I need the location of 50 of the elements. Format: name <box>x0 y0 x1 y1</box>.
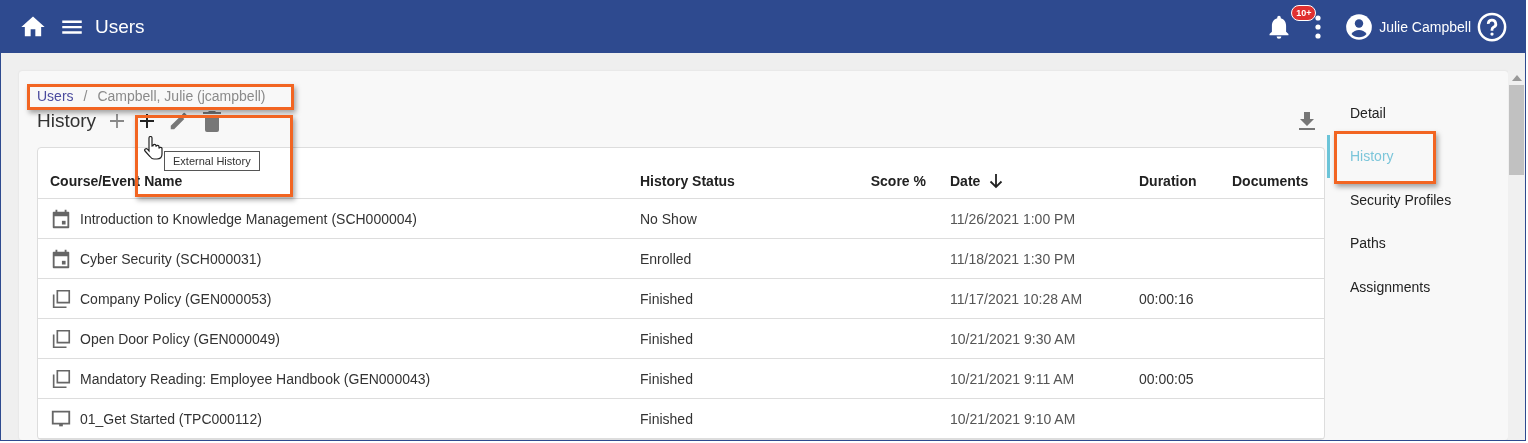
column-header[interactable]: Score % <box>870 173 926 189</box>
date: 10/21/2021 9:10 AM <box>950 410 1076 427</box>
history-status: Enrolled <box>640 250 692 267</box>
help-icon[interactable] <box>1477 12 1507 42</box>
course-name[interactable]: Cyber Security (SCH000031) <box>80 250 262 267</box>
date: 10/21/2021 9:11 AM <box>950 370 1075 387</box>
page-title: Users <box>95 16 145 38</box>
column-header[interactable]: History Status <box>640 173 735 189</box>
history-status: Finished <box>640 330 693 347</box>
notification-badge: 10+ <box>1291 5 1317 21</box>
column-header[interactable]: Date <box>950 173 981 189</box>
stacked-pages-icon <box>50 287 72 310</box>
tooltip: External History <box>164 151 260 171</box>
nav-item[interactable]: Detail <box>1327 91 1495 135</box>
add-icon[interactable] <box>138 112 157 131</box>
nav-item[interactable]: Assignments <box>1327 265 1495 309</box>
history-status: Finished <box>640 290 693 307</box>
course-name[interactable]: 01_Get Started (TPC000112) <box>80 410 262 427</box>
date: 11/26/2021 1:00 PM <box>950 210 1076 227</box>
sort-descending-icon[interactable] <box>988 173 1005 189</box>
more-icon[interactable] <box>1313 14 1324 40</box>
stacked-pages-icon <box>50 367 72 390</box>
course-name[interactable]: Company Policy (GEN000053) <box>80 290 272 307</box>
date: 11/17/2021 10:28 AM <box>950 290 1083 307</box>
scrollbar-thumb[interactable] <box>1509 85 1524 175</box>
column-header[interactable]: Duration <box>1139 173 1197 189</box>
download-icon[interactable] <box>1297 111 1317 132</box>
date: 10/21/2021 9:30 AM <box>950 330 1076 347</box>
date: 11/18/2021 1:30 PM <box>950 250 1076 267</box>
user-avatar-icon[interactable] <box>1345 13 1374 41</box>
history-status: No Show <box>640 210 697 227</box>
breadcrumb-separator: / <box>83 88 88 105</box>
section-title: History <box>37 110 97 133</box>
history-status: Finished <box>640 370 693 387</box>
course-name[interactable]: Open Door Policy (GEN000049) <box>80 330 280 347</box>
course-name[interactable]: Introduction to Knowledge Management (SCH000004) <box>80 210 417 227</box>
calendar-icon <box>50 247 72 270</box>
duration: 00:00:05 <box>1139 370 1194 387</box>
breadcrumb-link[interactable]: Users <box>37 88 74 105</box>
calendar-icon <box>50 207 72 230</box>
user-name[interactable]: Julie Campbell <box>1379 19 1471 35</box>
stacked-pages-icon <box>50 327 72 350</box>
duration: 00:00:16 <box>1139 290 1194 307</box>
history-status: Finished <box>640 410 693 427</box>
delete-icon[interactable] <box>202 110 223 133</box>
breadcrumb-current: Campbell, Julie (jcampbell) <box>97 88 266 105</box>
nav-item[interactable]: Paths <box>1327 221 1495 265</box>
nav-item[interactable]: Security Profiles <box>1327 178 1495 222</box>
course-name[interactable]: Mandatory Reading: Employee Handbook (GEN000043) <box>80 370 431 387</box>
column-header[interactable]: Documents <box>1232 173 1309 189</box>
